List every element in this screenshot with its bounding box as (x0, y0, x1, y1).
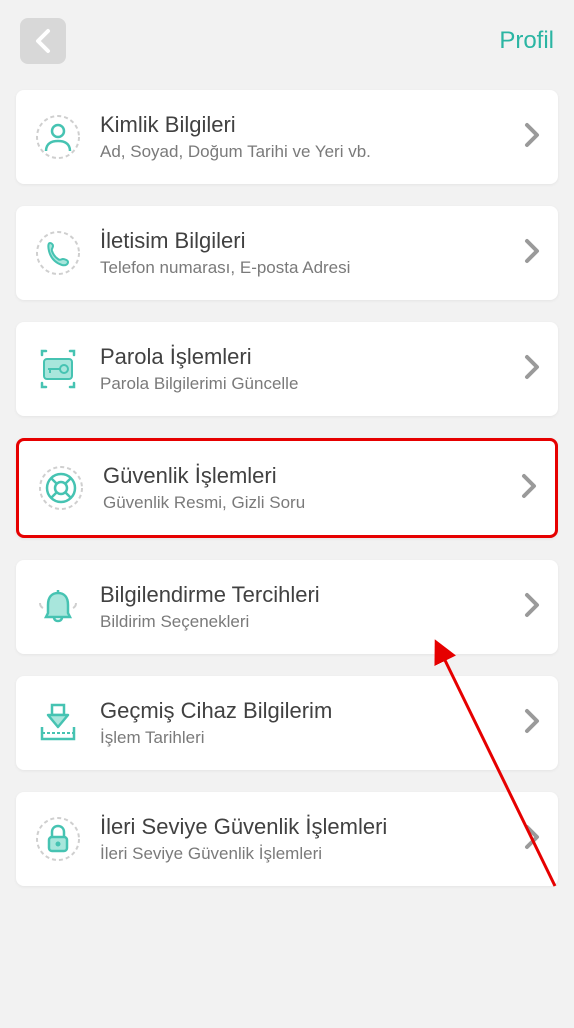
chevron-left-icon (34, 27, 52, 55)
header: Profil (0, 0, 574, 82)
settings-item-title: İletisim Bilgileri (100, 228, 524, 254)
settings-item-text: Parola İşlemleri Parola Bilgilerimi Günc… (82, 344, 524, 394)
chevron-right-icon (524, 122, 540, 153)
settings-item-title: Parola İşlemleri (100, 344, 524, 370)
chevron-right-icon (521, 473, 537, 504)
settings-item-title: Güvenlik İşlemleri (103, 463, 521, 489)
settings-item-contact[interactable]: İletisim Bilgileri Telefon numarası, E-p… (16, 206, 558, 300)
settings-item-text: Bilgilendirme Tercihleri Bildirim Seçene… (82, 582, 524, 632)
settings-item-subtitle: İleri Seviye Güvenlik İşlemleri (100, 844, 524, 864)
settings-item-subtitle: Parola Bilgilerimi Güncelle (100, 374, 524, 394)
lifebuoy-icon (37, 464, 85, 512)
person-icon (34, 113, 82, 161)
download-icon (34, 699, 82, 747)
profile-link[interactable]: Profil (499, 27, 554, 55)
chevron-right-icon (524, 354, 540, 385)
settings-item-text: Geçmiş Cihaz Bilgilerim İşlem Tarihleri (82, 698, 524, 748)
settings-item-subtitle: Bildirim Seçenekleri (100, 612, 524, 632)
settings-item-title: Bilgilendirme Tercihleri (100, 582, 524, 608)
settings-item-device-history[interactable]: Geçmiş Cihaz Bilgilerim İşlem Tarihleri (16, 676, 558, 770)
settings-item-title: İleri Seviye Güvenlik İşlemleri (100, 814, 524, 840)
settings-item-text: Güvenlik İşlemleri Güvenlik Resmi, Gizli… (85, 463, 521, 513)
key-card-icon (34, 345, 82, 393)
settings-item-notifications[interactable]: Bilgilendirme Tercihleri Bildirim Seçene… (16, 560, 558, 654)
settings-item-identity[interactable]: Kimlik Bilgileri Ad, Soyad, Doğum Tarihi… (16, 90, 558, 184)
settings-item-subtitle: Ad, Soyad, Doğum Tarihi ve Yeri vb. (100, 142, 524, 162)
bell-icon (34, 583, 82, 631)
settings-item-text: İleri Seviye Güvenlik İşlemleri İleri Se… (82, 814, 524, 864)
chevron-right-icon (524, 824, 540, 855)
settings-item-text: İletisim Bilgileri Telefon numarası, E-p… (82, 228, 524, 278)
settings-item-text: Kimlik Bilgileri Ad, Soyad, Doğum Tarihi… (82, 112, 524, 162)
settings-item-title: Geçmiş Cihaz Bilgilerim (100, 698, 524, 724)
settings-item-subtitle: Güvenlik Resmi, Gizli Soru (103, 493, 521, 513)
lock-icon (34, 815, 82, 863)
chevron-right-icon (524, 238, 540, 269)
settings-list: Kimlik Bilgileri Ad, Soyad, Doğum Tarihi… (0, 82, 574, 886)
chevron-right-icon (524, 708, 540, 739)
settings-item-advanced-security[interactable]: İleri Seviye Güvenlik İşlemleri İleri Se… (16, 792, 558, 886)
phone-icon (34, 229, 82, 277)
settings-item-title: Kimlik Bilgileri (100, 112, 524, 138)
settings-item-security[interactable]: Güvenlik İşlemleri Güvenlik Resmi, Gizli… (16, 438, 558, 538)
settings-item-subtitle: Telefon numarası, E-posta Adresi (100, 258, 524, 278)
back-button[interactable] (20, 18, 66, 64)
settings-item-subtitle: İşlem Tarihleri (100, 728, 524, 748)
chevron-right-icon (524, 592, 540, 623)
settings-item-password[interactable]: Parola İşlemleri Parola Bilgilerimi Günc… (16, 322, 558, 416)
